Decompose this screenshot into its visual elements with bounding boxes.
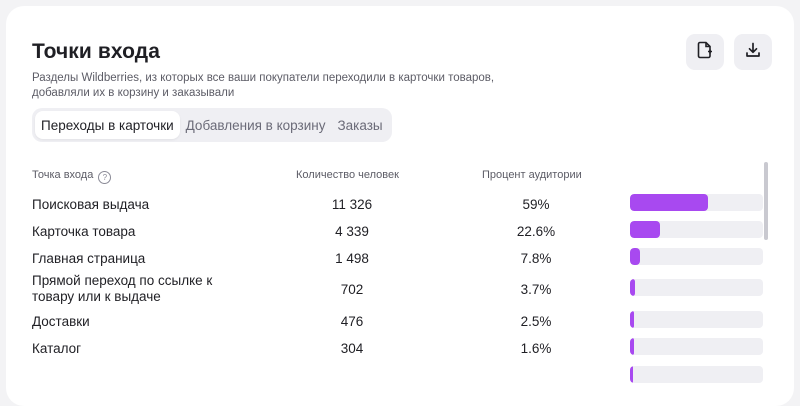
entry-points-card: Точки входа Разделы Wildberries, из кото… xyxy=(6,6,794,406)
share-bar-fill xyxy=(630,338,634,355)
help-icon[interactable]: ? xyxy=(98,171,112,184)
entry-point-count: 702 xyxy=(340,282,364,297)
share-bar-fill xyxy=(630,366,633,383)
entry-point-percent: 7.8% xyxy=(520,251,552,266)
entry-point-percent: 3.7% xyxy=(520,282,552,297)
entry-point-percent: 1.6% xyxy=(520,341,552,356)
share-bar-track xyxy=(630,194,763,211)
entry-point-count: 11 326 xyxy=(331,197,373,212)
entry-point-name: Доставки xyxy=(32,314,90,329)
share-bar-track xyxy=(630,338,763,355)
entry-point-count: 4 339 xyxy=(335,224,369,239)
share-bar-track xyxy=(630,366,763,383)
page-title: Точки входа xyxy=(32,40,160,63)
column-header-percent: Процент аудитории xyxy=(482,169,582,181)
share-bar-fill xyxy=(630,279,635,296)
page-subtitle: Разделы Wildberries, из которых все ваши… xyxy=(32,72,495,99)
tab-cart-additions[interactable]: Добавления в корзину xyxy=(180,111,332,139)
entry-point-percent: 59% xyxy=(522,197,550,212)
share-bar-track xyxy=(630,248,763,265)
entry-point-percent: 2.5% xyxy=(520,314,552,329)
entry-point-count: 1 498 xyxy=(335,251,369,266)
download-icon xyxy=(745,42,761,63)
tab-orders[interactable]: Заказы xyxy=(331,111,388,139)
entry-point-name: Карточка товара xyxy=(32,224,136,239)
share-bar-fill xyxy=(630,248,640,265)
entry-point-count: 476 xyxy=(340,314,364,329)
entry-point-count: 304 xyxy=(340,341,364,356)
column-header-count: Количество человек xyxy=(296,169,399,181)
tab-card-visits[interactable]: Переходы в карточки xyxy=(35,111,180,139)
share-bar-track xyxy=(630,311,763,328)
share-bar-fill xyxy=(630,221,660,238)
scrollbar[interactable] xyxy=(764,162,768,240)
share-bar-track xyxy=(630,279,763,296)
share-bar-fill xyxy=(630,311,634,328)
entry-point-name: Прямой переход по ссылке к товару или к … xyxy=(32,273,213,304)
share-bar-track xyxy=(630,221,763,238)
share-bar-fill xyxy=(630,194,708,211)
entry-point-name: Поисковая выдача xyxy=(32,197,150,212)
export-file-icon xyxy=(697,41,713,64)
column-header-entry-point: Точка входа? xyxy=(32,169,112,184)
column-header-entry-point-label: Точка входа xyxy=(32,169,94,181)
export-file-button[interactable] xyxy=(686,34,724,70)
entry-point-name: Главная страница xyxy=(32,251,146,266)
download-button[interactable] xyxy=(734,34,772,70)
entry-point-name: Каталог xyxy=(32,341,82,356)
tab-group: Переходы в карточки Добавления в корзину… xyxy=(32,108,392,142)
entry-point-percent: 22.6% xyxy=(516,224,556,239)
